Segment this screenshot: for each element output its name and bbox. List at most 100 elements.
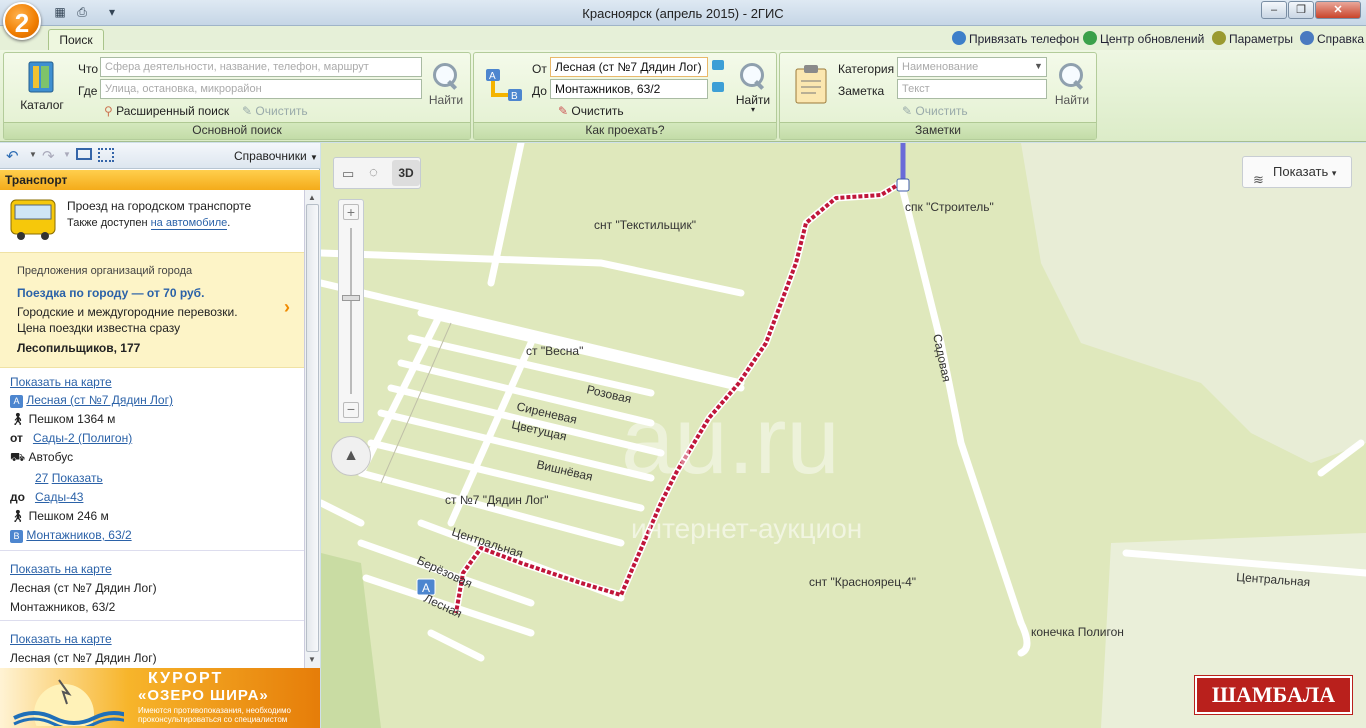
lasso-icon[interactable]: ◌ xyxy=(369,164,378,181)
resort-ad[interactable]: КУРОРТ «ОЗЕРО ШИРА» Имеются противопоказ… xyxy=(0,668,320,728)
app-logo[interactable]: 2 xyxy=(3,2,41,40)
minimize-button[interactable]: – xyxy=(1261,1,1287,19)
advanced-search-button[interactable]: ⚲ Расширенный поиск xyxy=(104,104,229,118)
find-button[interactable]: Найти xyxy=(426,61,466,107)
map-area-open xyxy=(1021,143,1366,463)
promo-block[interactable]: Предложения организаций города Поездка п… xyxy=(0,252,304,368)
label-stroitel: спк "Строитель" xyxy=(905,200,994,214)
link-settings[interactable]: Параметры xyxy=(1212,31,1293,46)
from-label: От xyxy=(532,62,547,76)
notes-icon xyxy=(795,65,827,104)
marker-b-icon: B xyxy=(10,530,23,543)
show-on-map-link-1[interactable]: Показать на карте xyxy=(10,375,112,389)
zoom-out-button[interactable]: − xyxy=(343,402,359,418)
ad-line4: проконсультироваться со специалистом xyxy=(138,715,288,724)
map-canvas[interactable]: A снт "Текстильщик" спк "Строитель" ст "… xyxy=(321,143,1366,728)
search-icon xyxy=(431,61,461,91)
promo-line2: Цена поездки известна сразу xyxy=(17,321,181,335)
to-input[interactable]: Монтажников, 63/2 xyxy=(550,79,708,99)
phone-icon xyxy=(952,31,966,45)
scroll-up-icon[interactable]: ▲ xyxy=(308,193,316,202)
chevron-down-icon[interactable]: ▼ xyxy=(29,150,37,159)
close-button[interactable]: ✕ xyxy=(1315,1,1361,19)
help-icon xyxy=(1300,31,1314,45)
where-input[interactable]: Улица, остановка, микрорайон xyxy=(100,79,422,99)
clear-route-button[interactable]: ✎ Очистить xyxy=(558,104,624,118)
directories-menu[interactable]: Справочники ▼ xyxy=(234,149,318,163)
route2-line1: Лесная (ст №7 Дядин Лог) xyxy=(10,581,157,595)
from-input[interactable]: Лесная (ст №7 Дядин Лог) xyxy=(550,57,708,77)
chevron-down-icon[interactable]: ▼ xyxy=(63,150,71,159)
app-window: ▦ ⎙ ▾ Красноярск (апрель 2015) - 2ГИС – … xyxy=(0,0,1366,728)
chevron-right-icon[interactable]: › xyxy=(284,297,290,318)
promo-line1: Городские и междугородние перевозки. xyxy=(17,305,238,319)
route1-mode: ⛟ Автобус xyxy=(10,450,74,464)
label-sadovaya: Садовая xyxy=(930,333,954,383)
route-find-button[interactable]: Найти ▾ xyxy=(732,61,774,114)
results-list: Проезд на городском транспорте Также дос… xyxy=(0,190,304,668)
notes-find-button[interactable]: Найти xyxy=(1052,61,1092,107)
route1-walk1: 🚶︎ Пешком 1364 м xyxy=(10,412,116,426)
ruler-icon[interactable]: ▭ xyxy=(342,166,354,182)
promo-address: Лесопильщиков, 177 xyxy=(17,341,141,355)
scroll-down-icon[interactable]: ▼ xyxy=(308,655,316,664)
to-label: До xyxy=(532,84,547,98)
map-tools: ▭ ◌ 3D xyxy=(333,157,421,189)
what-label: Что xyxy=(78,62,99,76)
show-layers-button[interactable]: ≋ Показать ▾ xyxy=(1242,156,1352,188)
group-route: A B От Лесная (ст №7 Дядин Лог) До Монта… xyxy=(473,52,777,140)
route1-walk2: 🚶︎ Пешком 246 м xyxy=(10,509,109,523)
search-icon xyxy=(738,61,768,91)
clear-search-button[interactable]: ✎ Очистить xyxy=(242,104,308,118)
maximize-button[interactable]: ❐ xyxy=(1288,1,1314,19)
what-input[interactable]: Сфера деятельности, название, телефон, м… xyxy=(100,57,422,77)
watermark-text: интернет-аукцион xyxy=(631,513,862,544)
forward-icon[interactable]: ↷ xyxy=(42,147,55,165)
tab-search[interactable]: Поиск xyxy=(48,29,104,51)
pick-from-icon[interactable] xyxy=(712,60,724,70)
category-select[interactable]: Наименование xyxy=(897,57,1047,77)
link-bind-phone[interactable]: Привязать телефон xyxy=(952,31,1079,46)
search-icon xyxy=(1057,61,1087,91)
ad-line1: КУРОРТ xyxy=(148,670,224,687)
pick-to-icon[interactable] xyxy=(712,82,724,92)
shambala-ad[interactable]: ШАМБАЛА xyxy=(1194,675,1353,715)
promo-caption: Предложения организаций города xyxy=(17,265,193,277)
label-krasnoyarets: снт "Красноярец-4" xyxy=(809,575,916,589)
left-panel: ↶ ▼ ↷ ▼ Справочники ▼ Транспорт Проезд н… xyxy=(0,143,320,668)
eraser-icon: ✎ xyxy=(558,104,569,118)
promo-title[interactable]: Поездка по городу — от 70 руб. xyxy=(17,286,204,300)
watermark-logo: au.ru xyxy=(621,387,840,494)
mode-3d-button[interactable]: 3D xyxy=(392,160,420,186)
map-view[interactable]: A снт "Текстильщик" спк "Строитель" ст "… xyxy=(321,143,1366,728)
marker-a-icon: A xyxy=(10,395,23,408)
collapse-icon[interactable] xyxy=(76,148,92,160)
back-icon[interactable]: ↶ xyxy=(6,147,19,165)
zoom-slider-handle[interactable] xyxy=(342,295,360,301)
expand-icon[interactable] xyxy=(98,148,114,162)
zoom-control: + − xyxy=(338,199,364,423)
where-label: Где xyxy=(78,84,98,98)
section-header: Транспорт xyxy=(0,170,320,190)
show-on-map-link-2[interactable]: Показать на карте xyxy=(10,562,112,576)
show-on-map-link-3[interactable]: Показать на карте xyxy=(10,632,112,646)
zoom-track[interactable] xyxy=(350,228,352,394)
label-tsentralnaya: Центральная xyxy=(450,525,525,561)
clear-notes-button[interactable]: ✎ Очистить xyxy=(902,104,968,118)
compass-icon[interactable]: ▲ xyxy=(331,436,371,476)
scrollbar[interactable]: ▲ ▼ xyxy=(304,190,320,668)
note-input[interactable]: Текст xyxy=(897,79,1047,99)
chevron-down-icon: ▼ xyxy=(310,153,318,162)
route-ab-icon: A B xyxy=(486,69,522,102)
link-help[interactable]: Справка xyxy=(1300,31,1364,46)
layers-icon: ≋ xyxy=(1253,172,1264,187)
chevron-down-icon[interactable]: ▼ xyxy=(1034,61,1043,71)
link-update-center[interactable]: Центр обновлений xyxy=(1083,31,1204,46)
scroll-thumb[interactable] xyxy=(306,204,319,652)
zoom-in-button[interactable]: + xyxy=(343,204,359,220)
catalog-button[interactable]: Каталог xyxy=(18,59,66,112)
car-link[interactable]: на автомобиле xyxy=(150,217,228,230)
label-vesna: ст "Весна" xyxy=(526,344,583,358)
map-road xyxy=(357,469,625,547)
walk-icon: 🚶︎ xyxy=(10,509,26,523)
